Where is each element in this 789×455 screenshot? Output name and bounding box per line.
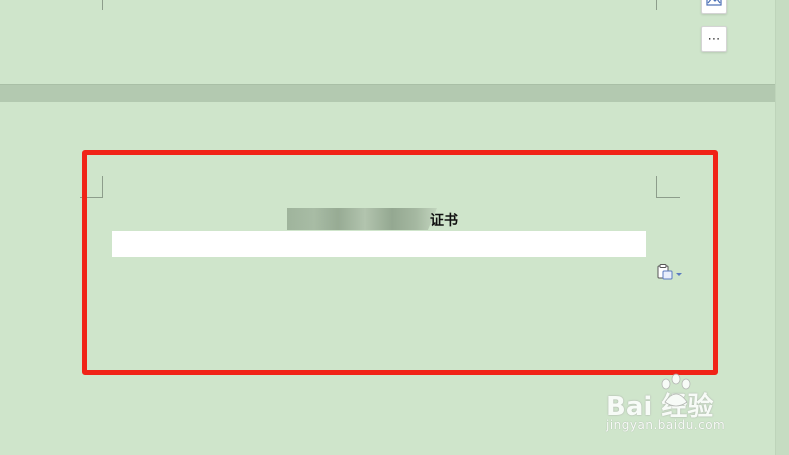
- image-icon: [706, 0, 722, 10]
- page-separator: [0, 84, 776, 103]
- annotation-highlight-box: [82, 150, 718, 375]
- vertical-scrollbar[interactable]: [775, 0, 789, 455]
- watermark-url: jingyan.baidu.com: [606, 418, 726, 432]
- document-editor-view: ⋯ 证书 Bai 经验 jingyan.baidu.com: [0, 0, 789, 455]
- paw-icon: [656, 372, 696, 412]
- image-tool-button[interactable]: [701, 0, 727, 14]
- crop-mark-top-right: [656, 0, 657, 10]
- crop-mark-top-left: [102, 0, 103, 10]
- baidu-jingyan-watermark: Bai 经验 jingyan.baidu.com: [606, 372, 746, 438]
- more-options-button[interactable]: ⋯: [701, 26, 727, 52]
- previous-page: [0, 0, 776, 84]
- more-icon: ⋯: [707, 31, 721, 47]
